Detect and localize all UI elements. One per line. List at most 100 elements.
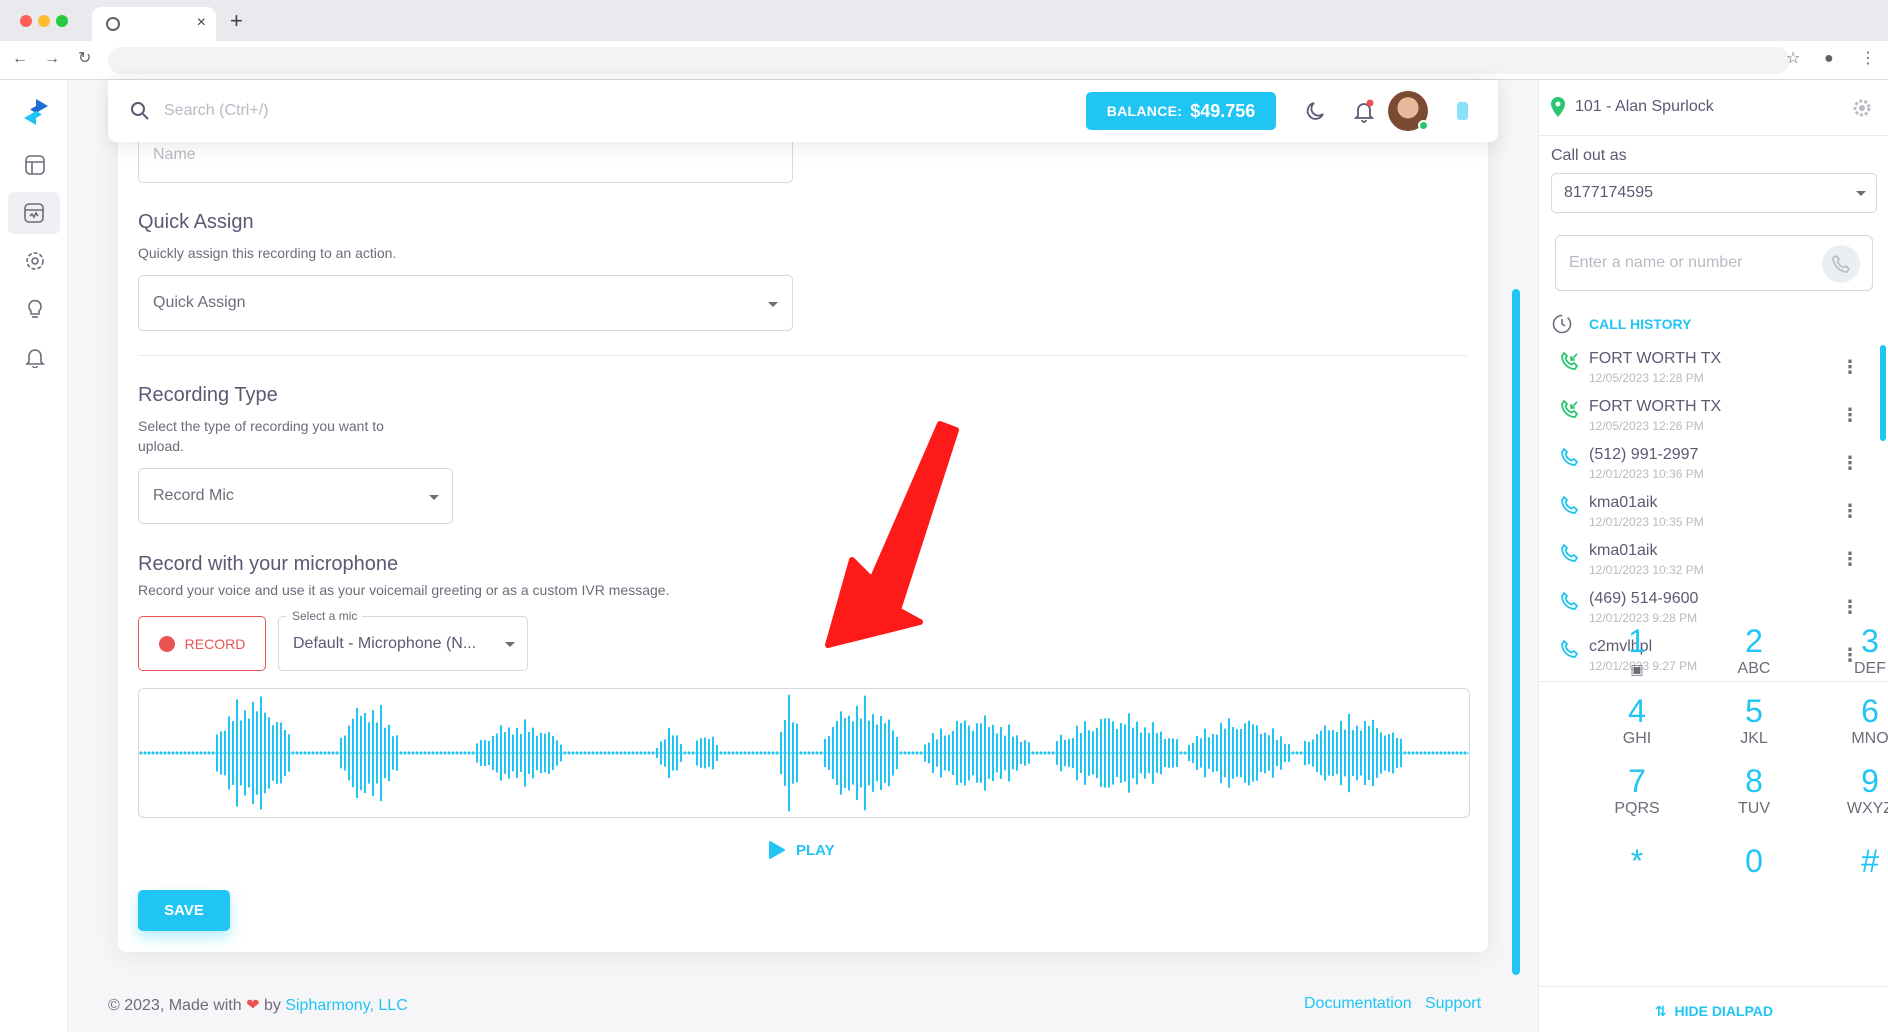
call-out-value: 8177174595 — [1564, 184, 1653, 201]
recording-type-title: Recording Type — [138, 384, 278, 406]
call-out-select[interactable]: 8177174595 — [1551, 173, 1877, 213]
dialpad-digit: 4 — [1628, 693, 1646, 729]
call-history-item[interactable]: FORT WORTH TX 12/05/2023 12:28 PM ⋮ — [1551, 350, 1871, 398]
name-field[interactable]: Name — [138, 140, 793, 183]
play-button[interactable]: PLAY — [768, 840, 835, 860]
mic-section-title: Record with your microphone — [138, 553, 399, 575]
logo-icon[interactable] — [21, 97, 51, 127]
window-close-control[interactable] — [20, 15, 32, 27]
recording-type-select[interactable]: Record Mic — [138, 468, 453, 524]
dialpad-divider — [1539, 681, 1888, 682]
dialpad-key[interactable]: 6 MNO — [1820, 693, 1888, 749]
red-annotation-arrow — [825, 421, 959, 648]
heart-icon: ❤ — [246, 997, 260, 1014]
bell-icon[interactable] — [22, 344, 48, 370]
mic-select-value: Default - Microphone (N... — [293, 635, 477, 652]
footer-right: Documentation Support — [1304, 995, 1481, 1013]
documentation-link[interactable]: Documentation — [1304, 995, 1412, 1012]
moon-icon[interactable] — [1304, 99, 1328, 123]
dashboard-icon[interactable] — [22, 152, 48, 178]
search-icon[interactable] — [130, 101, 150, 126]
call-history-time: 12/05/2023 12:26 PM — [1589, 419, 1704, 433]
dialpad-letters: JKL — [1740, 730, 1768, 747]
record-dot-icon — [158, 635, 175, 652]
dialpad-key[interactable]: * — [1587, 843, 1687, 879]
chevron-collapse-icon: ⇅ — [1654, 1003, 1667, 1019]
lightbulb-icon[interactable] — [22, 296, 48, 322]
call-history-item[interactable]: kma01aik 12/01/2023 10:35 PM ⋮ — [1551, 494, 1871, 542]
gear-icon[interactable] — [1851, 97, 1873, 119]
search-input[interactable]: Search (Ctrl+/) — [164, 102, 268, 120]
dialpad-key[interactable]: 4 GHI — [1587, 693, 1687, 749]
recording-type-value: Record Mic — [153, 487, 234, 504]
voicemail-icon: ▣ — [1630, 661, 1644, 677]
browser-tab[interactable]: × — [92, 7, 216, 41]
phone-device-icon[interactable] — [1450, 99, 1474, 123]
outgoing-call-icon — [1561, 592, 1579, 610]
balance-badge[interactable]: BALANCE: $49.756 — [1086, 92, 1276, 130]
dialpad-key[interactable]: 2 ABC — [1704, 623, 1804, 679]
call-button[interactable] — [1822, 245, 1860, 283]
url-input[interactable] — [108, 47, 1790, 74]
hide-dialpad-button[interactable]: ⇅ HIDE DIALPAD — [1539, 1003, 1888, 1020]
call-history-item[interactable]: (512) 991-2997 12/01/2023 10:36 PM ⋮ — [1551, 446, 1871, 494]
bookmark-star-icon[interactable]: ☆ — [1786, 49, 1800, 69]
footer-by: by — [263, 997, 281, 1014]
profile-icon[interactable]: ● — [1824, 49, 1834, 69]
call-history-name: FORT WORTH TX — [1589, 398, 1722, 415]
outgoing-call-icon — [1561, 448, 1579, 466]
dialpad-key[interactable]: # — [1820, 843, 1888, 879]
history-scrollbar[interactable] — [1880, 345, 1886, 441]
more-options-icon[interactable]: ⋮ — [1841, 550, 1859, 568]
dialpad-letters: MNO — [1851, 730, 1888, 747]
new-tab-button[interactable]: + — [230, 9, 243, 33]
company-link[interactable]: Sipharmony, LLC — [285, 997, 407, 1014]
more-options-icon[interactable]: ⋮ — [1841, 358, 1859, 376]
incoming-call-icon — [1561, 352, 1579, 370]
notification-icon[interactable] — [1352, 99, 1376, 123]
dialpad-letters: GHI — [1622, 730, 1652, 747]
browser-menu-icon[interactable]: ⋮ — [1860, 49, 1876, 69]
dialpad-digit: 9 — [1861, 763, 1879, 799]
dialpad-key[interactable]: 8 TUV — [1704, 763, 1804, 819]
call-history-name: FORT WORTH TX — [1589, 350, 1722, 367]
forward-icon[interactable]: → — [44, 49, 60, 69]
tab-close-icon[interactable]: × — [197, 14, 206, 32]
reload-icon[interactable]: ↻ — [78, 49, 91, 69]
more-options-icon[interactable]: ⋮ — [1841, 406, 1859, 424]
more-options-icon[interactable]: ⋮ — [1841, 598, 1859, 616]
window-minimize-control[interactable] — [38, 15, 50, 27]
location-pin-icon — [1551, 97, 1565, 117]
more-options-icon[interactable]: ⋮ — [1841, 502, 1859, 520]
dialpad-key[interactable]: 1 ▣ — [1587, 623, 1687, 679]
mic-select[interactable]: Select a mic Default - Microphone (N... — [278, 609, 528, 671]
call-history-item[interactable]: kma01aik 12/01/2023 10:32 PM ⋮ — [1551, 542, 1871, 590]
outgoing-call-icon — [1561, 544, 1579, 562]
dialpad-key[interactable]: 3 DEF — [1820, 623, 1888, 679]
call-history-item[interactable]: FORT WORTH TX 12/05/2023 12:26 PM ⋮ — [1551, 398, 1871, 446]
dialpad-digit: 7 — [1628, 763, 1646, 799]
outgoing-call-icon — [1561, 496, 1579, 514]
dial-number-input[interactable]: Enter a name or number — [1555, 235, 1873, 291]
dialpad-key[interactable]: 7 PQRS — [1587, 763, 1687, 819]
save-button[interactable]: SAVE — [138, 890, 230, 931]
window-maximize-control[interactable] — [56, 15, 68, 27]
support-link[interactable]: Support — [1425, 995, 1481, 1012]
waveform-display[interactable] — [138, 688, 1470, 818]
quick-assign-select[interactable]: Quick Assign — [138, 275, 793, 331]
more-options-icon[interactable]: ⋮ — [1841, 454, 1859, 472]
dialer-panel: 101 - Alan Spurlock Call out as 81771745… — [1538, 80, 1888, 1032]
recordings-icon[interactable] — [8, 192, 60, 234]
content-scrollbar[interactable] — [1512, 289, 1520, 975]
call-history-title: CALL HISTORY — [1589, 316, 1692, 332]
quick-assign-title: Quick Assign — [138, 211, 254, 233]
section-divider — [138, 355, 1468, 356]
dialpad-key[interactable]: 5 JKL — [1704, 693, 1804, 749]
back-icon[interactable]: ← — [12, 49, 28, 69]
record-button[interactable]: RECORD — [138, 616, 266, 671]
settings-icon[interactable] — [22, 248, 48, 274]
dialpad-key[interactable]: 9WXYZ — [1820, 763, 1888, 819]
top-navbar: Search (Ctrl+/) BALANCE: $49.756 — [108, 80, 1498, 142]
history-clock-icon — [1552, 314, 1572, 334]
dialpad-key[interactable]: 0 — [1704, 843, 1804, 879]
